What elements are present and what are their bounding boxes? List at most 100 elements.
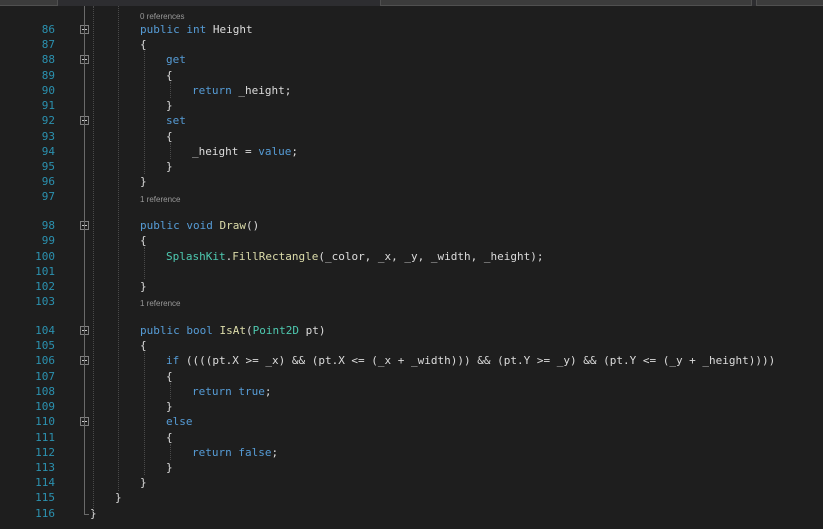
code-token: bool xyxy=(186,323,213,337)
code-line: 98 public void Draw() xyxy=(0,218,823,233)
code-token: SplashKit xyxy=(166,249,226,263)
indent-guide xyxy=(93,6,94,512)
code-token: { xyxy=(140,38,147,52)
code-text[interactable]: } xyxy=(166,399,173,414)
code-token: return xyxy=(192,445,232,459)
code-token: { xyxy=(140,234,147,248)
line-number: 101 xyxy=(35,264,55,278)
code-token: set xyxy=(166,114,186,128)
code-text[interactable]: } xyxy=(140,174,147,189)
line-number: 92 xyxy=(41,114,55,128)
code-text[interactable]: { xyxy=(140,37,147,52)
line-number: 103 xyxy=(35,295,55,309)
code-token: ; xyxy=(271,445,279,459)
code-line: 97 xyxy=(0,189,823,204)
code-line: 101 xyxy=(0,264,823,279)
code-line: 87 { xyxy=(0,37,823,52)
line-number: 115 xyxy=(35,491,55,505)
line-number: 98 xyxy=(41,219,55,233)
code-text[interactable]: _height = value; xyxy=(192,144,298,159)
code-token: ; xyxy=(291,144,298,158)
code-token: return xyxy=(192,83,232,97)
code-token: Point2D xyxy=(252,323,299,337)
code-token: ( xyxy=(246,323,253,337)
line-number: 99 xyxy=(41,234,55,248)
code-token: pt) xyxy=(298,323,326,337)
code-token: public xyxy=(140,323,180,337)
code-line: 114} xyxy=(0,475,823,490)
code-token: void xyxy=(186,219,213,233)
code-text[interactable]: get xyxy=(166,52,186,67)
code-line: 89 { xyxy=(0,68,823,83)
code-line: 105 { xyxy=(0,338,823,353)
code-line: 108 return true; xyxy=(0,384,823,399)
code-text[interactable]: { xyxy=(140,338,147,353)
code-line: 99 { xyxy=(0,233,823,248)
code-text[interactable]: } xyxy=(166,460,173,475)
indent-guide xyxy=(170,142,171,159)
code-line: 112 return false; xyxy=(0,445,823,460)
code-text[interactable]: return _height; xyxy=(192,83,291,98)
code-line: 109} xyxy=(0,399,823,414)
code-line: 115} xyxy=(0,490,823,505)
code-line: 86 public int Height xyxy=(0,22,823,37)
indent-guide xyxy=(144,352,145,476)
code-text[interactable]: return true; xyxy=(192,384,272,399)
code-token: { xyxy=(166,369,173,383)
line-number: 88 xyxy=(41,53,55,67)
line-number: 111 xyxy=(35,430,55,444)
code-token: } xyxy=(166,159,173,173)
code-text[interactable]: public bool IsAt(Point2D pt) xyxy=(140,323,325,338)
codelens-references[interactable]: 1 reference xyxy=(140,299,180,309)
code-token: false xyxy=(238,445,272,459)
code-line: 90 return _height; xyxy=(0,83,823,98)
code-token: if xyxy=(166,354,180,368)
code-token: _height; xyxy=(231,83,292,97)
code-text[interactable]: if ((((pt.X >= _x) && (pt.X <= (_x + _wi… xyxy=(166,353,775,368)
code-token: public xyxy=(140,23,180,36)
code-text[interactable]: return false; xyxy=(192,445,278,460)
code-token: get xyxy=(166,53,186,67)
code-text[interactable]: } xyxy=(166,98,173,113)
code-token: } xyxy=(140,175,147,189)
code-text[interactable]: } xyxy=(166,159,173,174)
code-text[interactable]: { xyxy=(166,369,173,384)
code-token: } xyxy=(166,400,173,414)
code-line: 102} xyxy=(0,279,823,294)
code-text[interactable]: set xyxy=(166,113,186,128)
code-text[interactable]: public void Draw() xyxy=(140,218,259,233)
code-text[interactable]: } xyxy=(140,475,147,490)
line-number: 94 xyxy=(41,144,55,158)
line-number: 114 xyxy=(35,476,55,490)
code-text[interactable]: { xyxy=(140,233,147,248)
code-line: 110 else xyxy=(0,414,823,429)
code-editor[interactable]: 0 references 86 public int Height 87{88 get 8… xyxy=(0,0,823,529)
code-text[interactable]: SplashKit.FillRectangle(_color, _x, _y, … xyxy=(166,249,544,264)
code-token: { xyxy=(166,430,173,444)
codelens-references[interactable]: 0 references xyxy=(140,12,184,22)
code-line: 95} xyxy=(0,159,823,174)
line-number: 97 xyxy=(41,190,55,204)
line-number: 100 xyxy=(35,249,55,263)
code-token: value xyxy=(258,144,292,158)
code-token: { xyxy=(166,129,173,143)
code-line: 116} xyxy=(0,506,823,521)
line-number: 95 xyxy=(41,159,55,173)
code-text[interactable]: } xyxy=(140,279,147,294)
code-text[interactable]: } xyxy=(115,490,122,505)
codelens-references[interactable]: 1 reference xyxy=(140,195,180,205)
code-text[interactable]: { xyxy=(166,430,173,445)
line-number: 112 xyxy=(35,445,55,459)
code-text[interactable]: public int Height xyxy=(140,22,253,37)
code-text[interactable]: { xyxy=(166,129,173,144)
code-text[interactable]: else xyxy=(166,414,193,429)
code-token: FillRectangle xyxy=(232,249,319,263)
line-number: 86 xyxy=(41,23,55,36)
code-line: 106 if ((((pt.X >= _x) && (pt.X <= (_x + … xyxy=(0,353,823,368)
code-text[interactable]: { xyxy=(166,68,173,83)
code-line: 104 public bool IsAt(Point2D pt) xyxy=(0,323,823,338)
line-number: 113 xyxy=(35,460,55,474)
line-number: 110 xyxy=(35,415,55,429)
